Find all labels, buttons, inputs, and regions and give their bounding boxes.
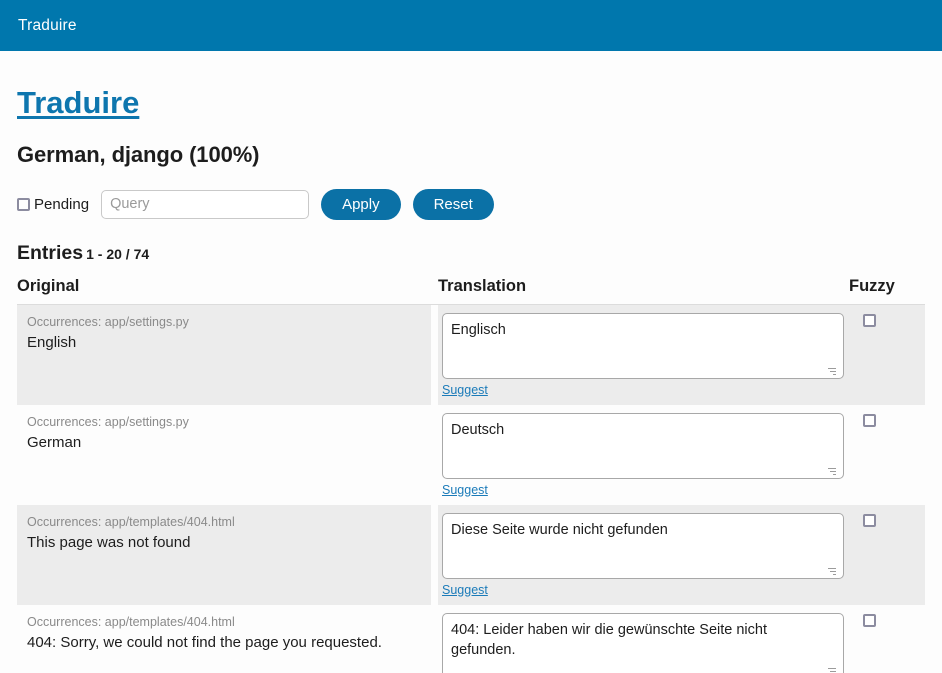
table-row: Occurrences: app/templates/404.html 404:… xyxy=(17,604,925,673)
occurrences-text: Occurrences: app/templates/404.html xyxy=(27,614,235,629)
translation-cell: Suggest xyxy=(438,404,849,505)
page-title: Traduire xyxy=(17,51,925,123)
table-header-row: Original Translation Fuzzy xyxy=(17,276,925,305)
row-gap xyxy=(431,604,438,673)
fuzzy-cell xyxy=(849,504,925,605)
source-text: This page was not found xyxy=(27,534,191,551)
translation-cell: Suggest xyxy=(438,304,849,405)
filter-form: Pending Apply Reset xyxy=(17,168,925,220)
table-row: Occurrences: app/settings.py English Sug… xyxy=(17,304,925,405)
fuzzy-cell xyxy=(849,404,925,505)
translations-table: Original Translation Fuzzy Occurrences: … xyxy=(17,276,925,673)
apply-button[interactable]: Apply xyxy=(321,188,401,220)
row-gap xyxy=(431,504,438,605)
original-cell: Occurrences: app/templates/404.html 404:… xyxy=(17,604,431,673)
fuzzy-checkbox[interactable] xyxy=(863,313,876,327)
source-text: English xyxy=(27,334,77,351)
language-subtitle: German, django (100%) xyxy=(17,141,260,167)
column-header-fuzzy: Fuzzy xyxy=(849,276,925,305)
top-navbar: Traduire xyxy=(0,0,942,51)
occurrences-text: Occurrences: app/templates/404.html xyxy=(27,514,235,529)
entries-count: 1 - 20 / 74 xyxy=(86,245,150,262)
navbar-brand[interactable]: Traduire xyxy=(18,17,77,35)
column-header-original: Original xyxy=(17,276,431,305)
pending-checkbox[interactable] xyxy=(17,197,30,211)
column-header-translation: Translation xyxy=(438,276,849,305)
fuzzy-checkbox[interactable] xyxy=(863,613,876,627)
translation-input[interactable] xyxy=(442,512,844,579)
search-input[interactable] xyxy=(101,189,310,219)
source-text: 404: Sorry, we could not find the page y… xyxy=(27,634,382,651)
original-cell: Occurrences: app/templates/404.html This… xyxy=(17,504,431,605)
entries-heading: Entries 1 - 20 / 74 xyxy=(17,220,925,265)
translation-input[interactable] xyxy=(442,612,844,673)
suggest-link[interactable]: Suggest xyxy=(442,383,488,397)
fuzzy-checkbox[interactable] xyxy=(863,413,876,427)
fuzzy-cell xyxy=(849,304,925,405)
page-title-link[interactable]: Traduire xyxy=(17,85,139,120)
occurrences-text: Occurrences: app/settings.py xyxy=(27,314,189,329)
suggest-link[interactable]: Suggest xyxy=(442,483,488,497)
fuzzy-cell xyxy=(849,604,925,673)
pending-label: Pending xyxy=(34,195,90,213)
table-body: Occurrences: app/settings.py English Sug… xyxy=(17,304,925,673)
entries-label: Entries xyxy=(17,241,84,264)
occurrences-text: Occurrences: app/settings.py xyxy=(27,414,189,429)
translation-input[interactable] xyxy=(442,312,844,379)
row-gap xyxy=(431,304,438,405)
table-row: Occurrences: app/settings.py German Sugg… xyxy=(17,404,925,505)
translation-input[interactable] xyxy=(442,412,844,479)
reset-button[interactable]: Reset xyxy=(412,188,494,220)
suggest-link[interactable]: Suggest xyxy=(442,583,488,597)
original-cell: Occurrences: app/settings.py English xyxy=(17,304,431,405)
table-row: Occurrences: app/templates/404.html This… xyxy=(17,504,925,605)
column-header-spacer xyxy=(431,276,438,305)
original-cell: Occurrences: app/settings.py German xyxy=(17,404,431,505)
translation-cell: Suggest xyxy=(438,604,849,673)
row-gap xyxy=(431,404,438,505)
translation-cell: Suggest xyxy=(438,504,849,605)
page-body: Traduire German, django (100%) Pending A… xyxy=(0,51,942,673)
fuzzy-checkbox[interactable] xyxy=(863,513,876,527)
source-text: German xyxy=(27,434,82,451)
